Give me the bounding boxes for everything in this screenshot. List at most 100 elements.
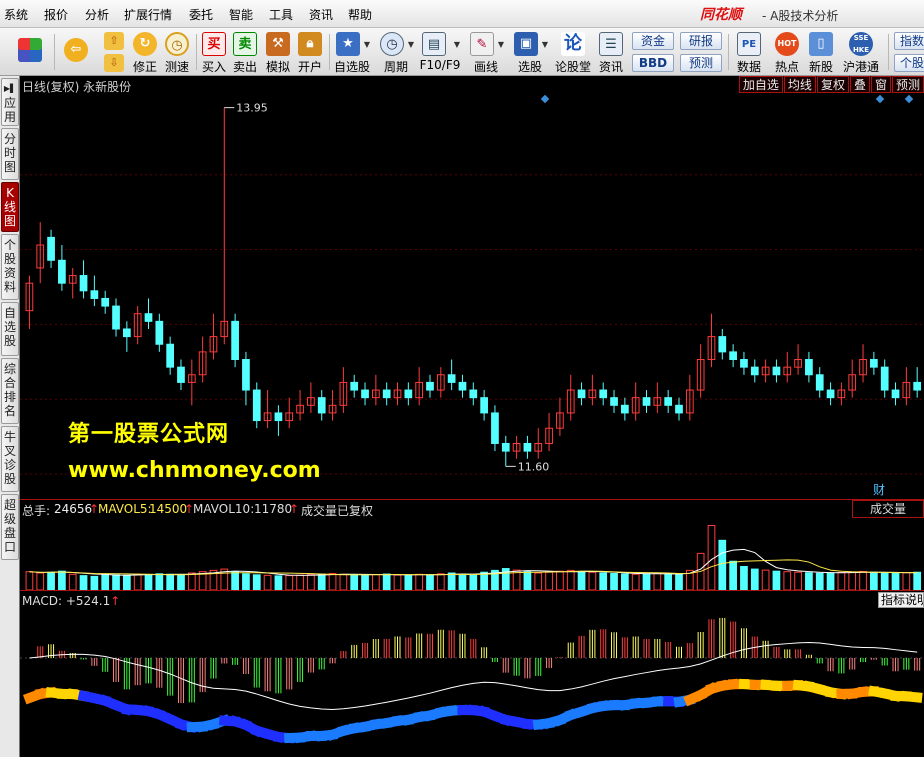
tab-diagnosis[interactable]: 牛叉诊股 xyxy=(1,426,19,492)
data-button[interactable]: PE 数据 xyxy=(734,30,764,74)
macd-header: MACD: +524.1↑ 指标说明 xyxy=(20,590,924,608)
kline-chart-area[interactable]: 日线(复权) 永新股份 加自选 均线 复权 叠 窗 预测 13.95 11.60 … xyxy=(20,76,924,757)
volume-bar xyxy=(599,572,608,590)
candle xyxy=(815,374,824,391)
volume-bar xyxy=(317,573,326,590)
menu-analysis[interactable]: 分析 xyxy=(85,6,109,23)
research-button[interactable]: 研报 xyxy=(680,32,722,50)
candle xyxy=(404,389,413,399)
volume-bar xyxy=(79,575,88,590)
candle xyxy=(913,381,922,391)
bbd-button[interactable]: BBD xyxy=(632,54,674,72)
overlay-button[interactable]: 叠 xyxy=(849,76,870,93)
pencil-icon: ✎ xyxy=(470,32,494,56)
chevron-down-icon[interactable]: ▼ xyxy=(542,40,548,49)
menu-quotes[interactable]: 报价 xyxy=(44,6,68,23)
tab-stock-profile[interactable]: 个股资料 xyxy=(1,234,19,300)
clock-icon: ◷ xyxy=(380,32,404,56)
toolbar: ⇦ ⇧ ⇩ ↻ 修正 ◷ 测速 买 买入 卖 卖出 ⚒ 模拟 🔒︎ 开户 ★ ▼… xyxy=(0,28,924,76)
speed-test-button[interactable]: ◷ 测速 xyxy=(162,30,192,74)
candle xyxy=(599,389,608,399)
volume-bar xyxy=(47,571,55,590)
mavol5-value: 14500 xyxy=(149,502,188,516)
chevron-down-icon[interactable]: ▼ xyxy=(498,40,504,49)
chevron-down-icon[interactable]: ▼ xyxy=(364,40,370,49)
window-title: - A股技术分析 xyxy=(762,9,839,23)
volume-bar xyxy=(382,573,391,590)
sell-button[interactable]: 卖 卖出 xyxy=(231,30,259,74)
open-account-button[interactable]: 🔒︎ 开户 xyxy=(295,30,325,74)
forum-label: 论股堂 xyxy=(554,60,591,74)
hot-topics-button[interactable]: HOT 热点 xyxy=(770,30,804,74)
volume-bar xyxy=(166,573,175,590)
tab-kline[interactable]: K线图 xyxy=(1,182,19,232)
menu-help[interactable]: 帮助 xyxy=(348,6,372,23)
volume-bar xyxy=(307,574,315,590)
window-button[interactable]: 窗 xyxy=(870,76,891,93)
volume-bar xyxy=(664,573,673,590)
tab-super-order-book[interactable]: 超级盘口 xyxy=(1,494,19,560)
candle xyxy=(144,313,153,322)
chevron-down-icon[interactable]: ▼ xyxy=(408,40,414,49)
volume-bar xyxy=(187,572,196,590)
candle xyxy=(891,389,900,399)
back-button[interactable]: ⇦ xyxy=(58,30,94,74)
add-watchlist-button[interactable]: 加自选 xyxy=(738,76,783,93)
new-stock-button[interactable]: ▯ 新股 xyxy=(806,30,836,74)
macd-label: MACD: +524.1↑ xyxy=(22,594,120,608)
tab-intraday[interactable]: 分时图 xyxy=(1,128,19,180)
menu-system[interactable]: 系统 xyxy=(4,6,28,23)
moving-average-button[interactable]: 均线 xyxy=(783,76,816,93)
stock-picker-button[interactable]: ▣ ▼ 选股 xyxy=(510,30,550,74)
hk-connect-button[interactable]: SSE HKE 沪港通 xyxy=(840,30,882,74)
home-button[interactable] xyxy=(10,30,50,74)
tab-watchlist[interactable]: 自选股 xyxy=(1,302,19,356)
chevron-down-icon[interactable]: ▼ xyxy=(454,40,460,49)
menu-tools[interactable]: 工具 xyxy=(269,6,293,23)
index-button[interactable]: 指数 xyxy=(894,32,924,50)
tab-apps[interactable]: ▶▌ 应用 xyxy=(1,78,19,126)
volume-bar xyxy=(815,572,824,590)
menu-smart[interactable]: 智能 xyxy=(229,6,253,23)
fund-button[interactable]: 资金 xyxy=(632,32,674,50)
volume-bar xyxy=(621,573,629,590)
menu-news[interactable]: 资讯 xyxy=(309,6,333,23)
forum-button[interactable]: 论 论股堂 xyxy=(554,30,592,74)
up-arrow-icon: ⇧ xyxy=(104,32,124,50)
period-button[interactable]: ◷ ▼ 周期 xyxy=(376,30,416,74)
watchlist-button[interactable]: ★ ▼ 自选股 xyxy=(332,30,372,74)
f10-button[interactable]: ▤ ▼ F10/F9 xyxy=(418,30,462,74)
hot-topics-label: 热点 xyxy=(774,60,799,74)
volume-bar xyxy=(296,574,304,590)
tab-ranking[interactable]: 综合排名 xyxy=(1,358,19,424)
refresh-button[interactable]: ↻ 修正 xyxy=(130,30,160,74)
candle xyxy=(166,343,175,368)
volume-bar xyxy=(458,573,467,590)
left-tab-bar: ▶▌ 应用 分时图 K线图 个股资料 自选股 综合排名 牛叉诊股 超级盘口 xyxy=(0,76,20,757)
scroll-up-down-button[interactable]: ⇧ ⇩ xyxy=(100,30,128,74)
macd-indicator-chart[interactable] xyxy=(20,608,924,757)
candle xyxy=(317,397,326,414)
volume-bar xyxy=(610,573,618,590)
candle xyxy=(469,389,478,399)
stock-button[interactable]: 个股 xyxy=(894,54,924,72)
menu-extended-quotes[interactable]: 扩展行情 xyxy=(124,6,172,23)
indicator-help-button[interactable]: 指标说明 xyxy=(878,592,924,608)
simulate-button[interactable]: ⚒ 模拟 xyxy=(263,30,293,74)
lock-icon: 🔒︎ xyxy=(298,32,322,56)
volume-indicator-button[interactable]: 成交量 xyxy=(852,500,924,518)
candle xyxy=(350,381,359,391)
info-button[interactable]: ☰ 资讯 xyxy=(596,30,626,74)
candle xyxy=(382,389,391,399)
candle xyxy=(642,397,651,406)
forecast-button[interactable]: 预测 xyxy=(680,54,722,72)
forecast-tab-button[interactable]: 预测 xyxy=(891,76,924,93)
adjust-rights-button[interactable]: 复权 xyxy=(816,76,849,93)
buy-button[interactable]: 买 买入 xyxy=(200,30,228,74)
menu-trade[interactable]: 委托 xyxy=(189,6,213,23)
volume-bar xyxy=(556,570,564,590)
app-window: 系统 报价 分析 扩展行情 委托 智能 工具 资讯 帮助 同花顺 - A股技术分… xyxy=(0,0,924,757)
financial-report-badge[interactable]: 财 xyxy=(873,481,885,498)
volume-bar-chart[interactable] xyxy=(20,518,924,590)
draw-line-button[interactable]: ✎ ▼ 画线 xyxy=(466,30,506,74)
